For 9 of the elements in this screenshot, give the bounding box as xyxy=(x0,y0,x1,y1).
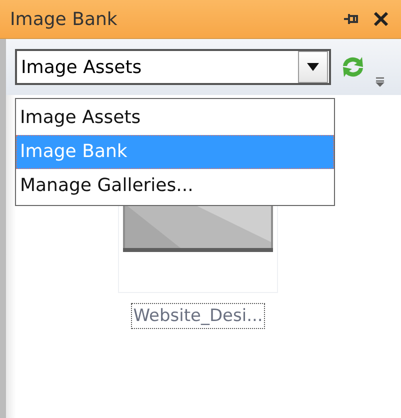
caret-icon xyxy=(307,63,319,71)
overflow-icon[interactable] xyxy=(375,77,385,87)
dropdown-option[interactable]: Image Assets xyxy=(16,101,334,135)
pin-icon[interactable] xyxy=(343,12,359,26)
close-icon[interactable] xyxy=(373,11,389,27)
panel-title: Image Bank xyxy=(10,8,118,30)
thumbnail-caption[interactable]: Website_Desi... xyxy=(131,303,265,329)
dropdown-option[interactable]: Manage Galleries... xyxy=(16,169,334,203)
gallery-dropdown[interactable]: Image Assets xyxy=(15,49,331,85)
